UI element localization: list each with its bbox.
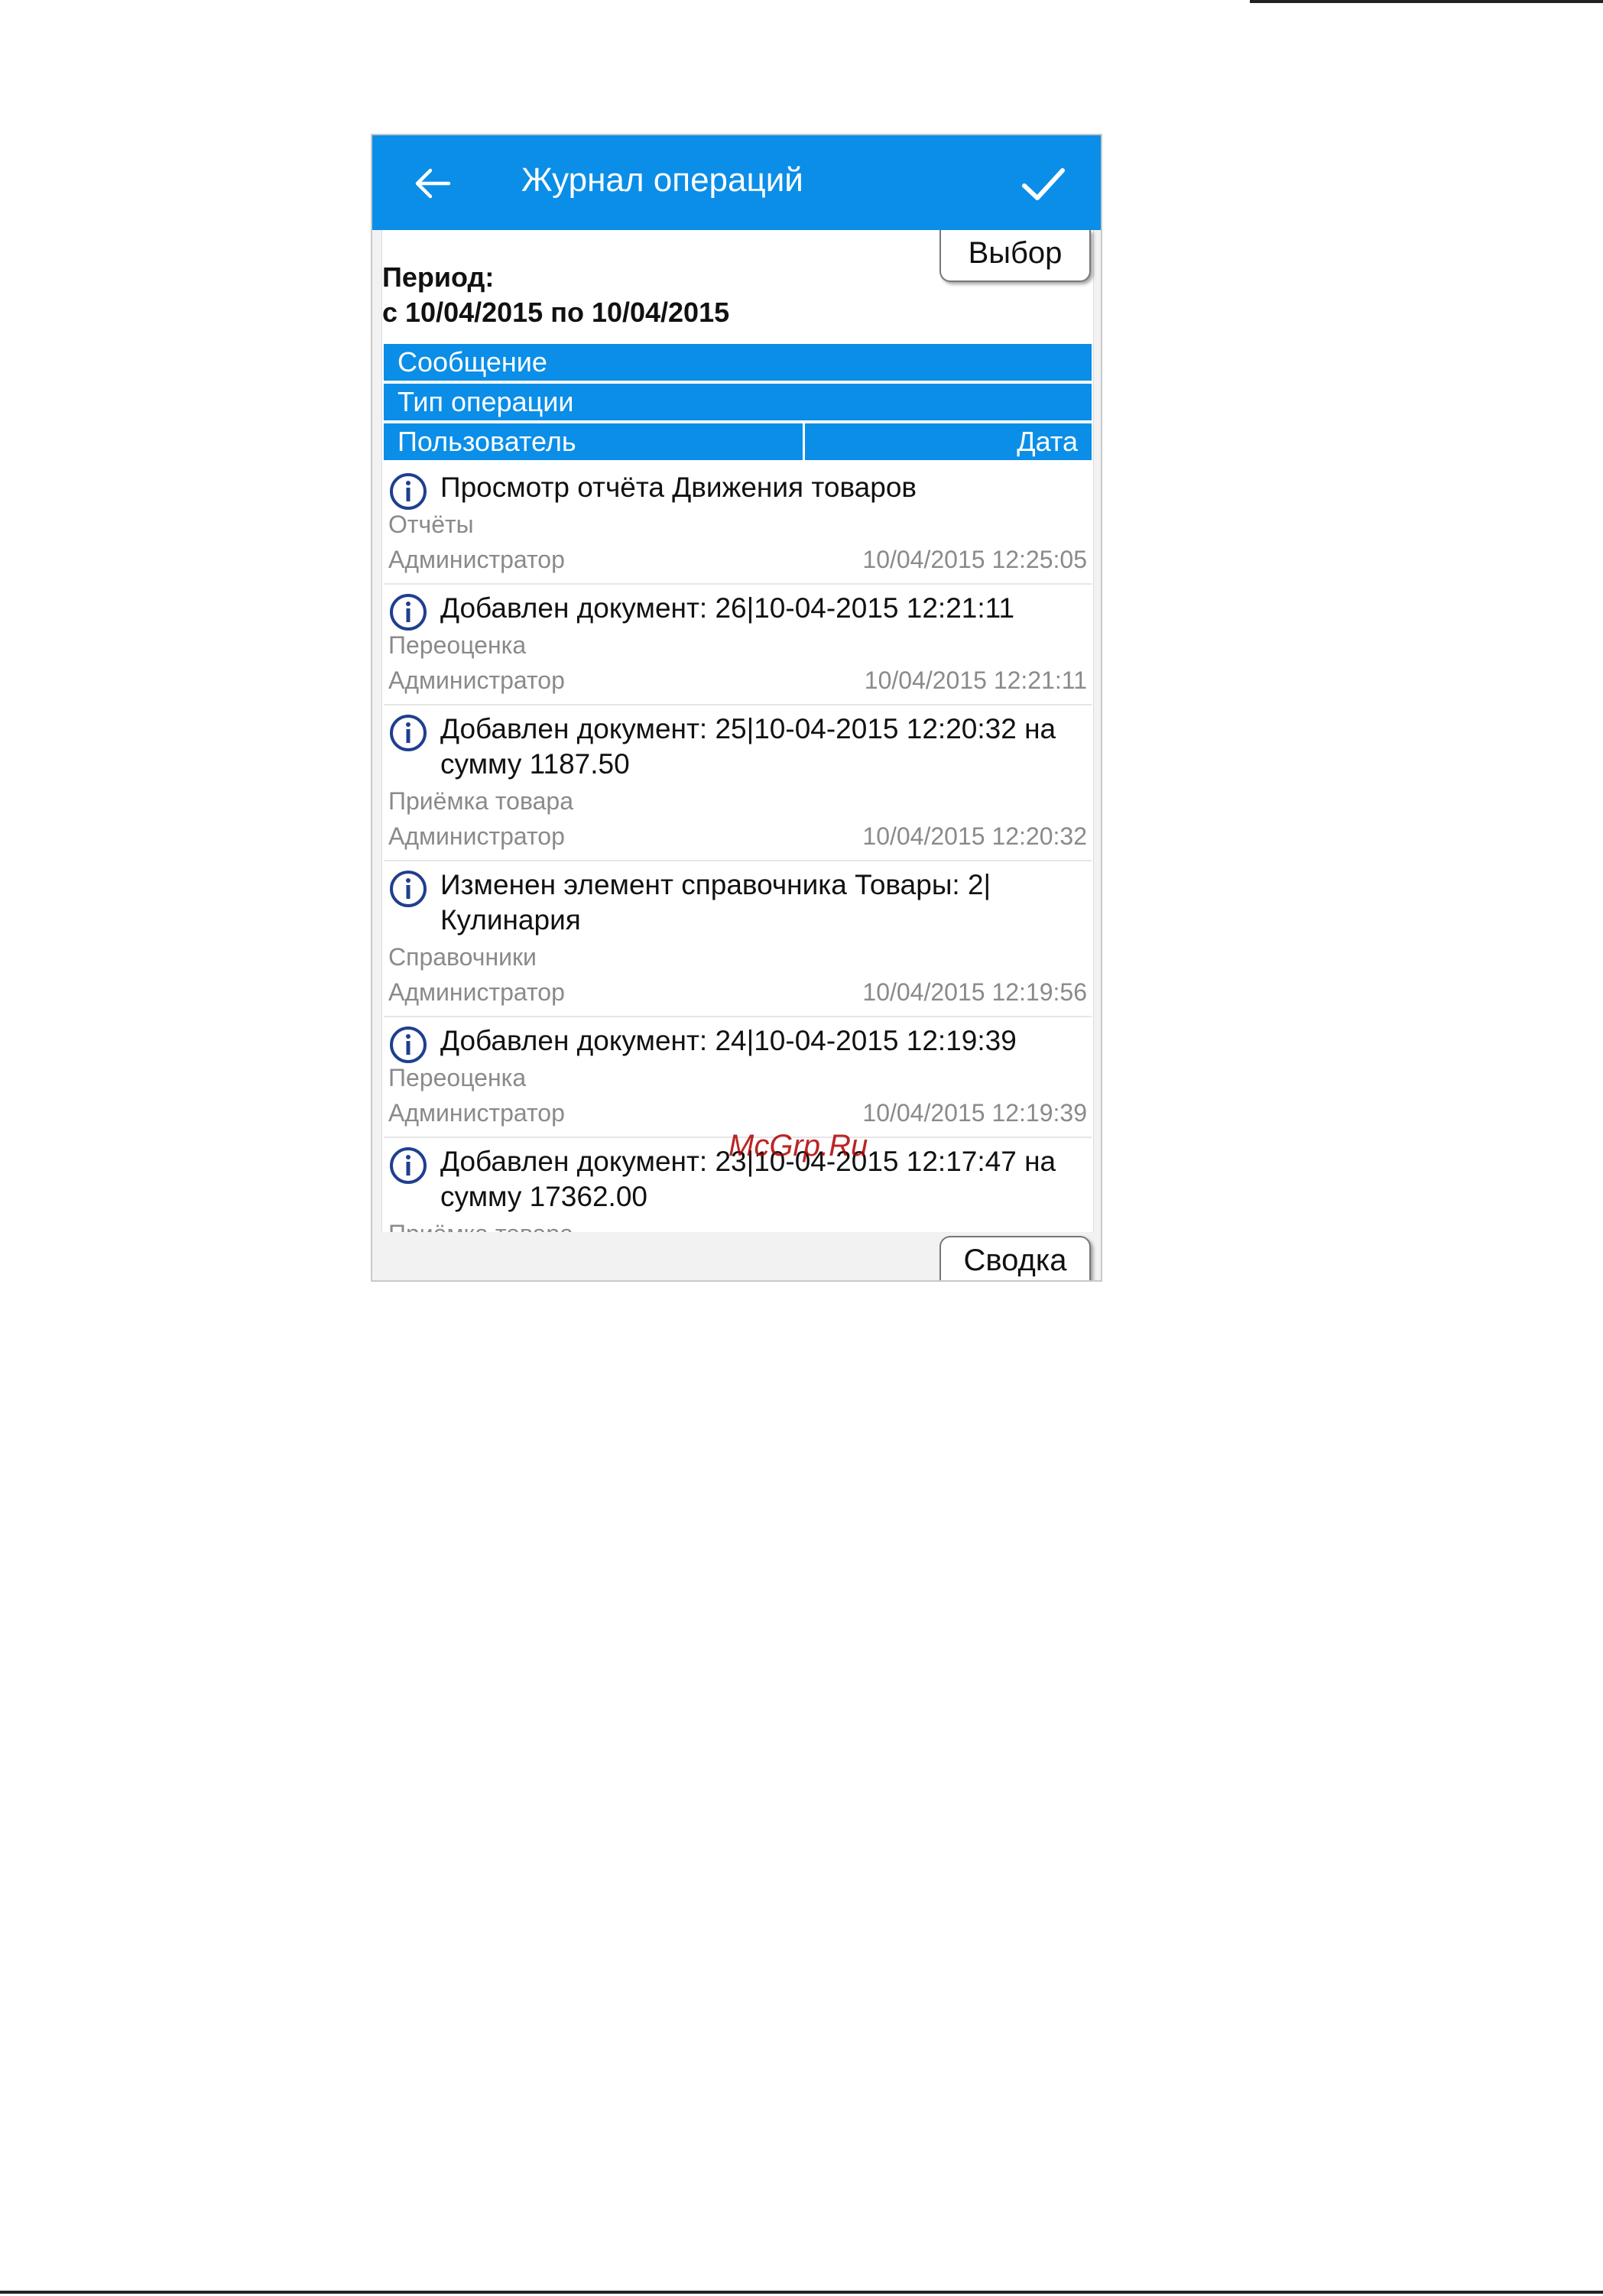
entry-date: 10/04/2015 12:19:39 — [862, 1099, 1087, 1127]
list-item[interactable]: Добавлен документ: 25|10-04-2015 12:20:3… — [384, 705, 1092, 861]
arrow-left-icon[interactable] — [409, 160, 456, 207]
column-header-user-label: Пользователь — [398, 426, 576, 457]
column-divider — [803, 423, 805, 460]
entry-date: 10/04/2015 12:19:56 — [862, 978, 1087, 1006]
entry-message: Добавлен документ: 25|10-04-2015 12:20:3… — [440, 713, 1056, 780]
period-label: Период: — [382, 261, 495, 293]
entry-user: Администратор — [388, 1099, 565, 1127]
entry-type: Справочники — [388, 943, 537, 971]
bottom-rule — [0, 2291, 1603, 2294]
entry-message: Изменен элемент справочника Товары: 2|Ку… — [440, 869, 991, 936]
info-icon — [390, 715, 427, 751]
entry-date: 10/04/2015 12:20:32 — [862, 822, 1087, 850]
info-icon — [390, 871, 427, 907]
app-bar: Журнал операций — [372, 135, 1101, 230]
list-item[interactable]: Добавлен документ: 24|10-04-2015 12:19:3… — [384, 1017, 1092, 1138]
info-icon — [390, 473, 427, 510]
top-rule — [1250, 0, 1603, 3]
column-header-op-type[interactable]: Тип операции — [384, 384, 1092, 420]
entry-date: 10/04/2015 12:21:11 — [864, 666, 1087, 694]
watermark: McGrp.Ru — [728, 1129, 868, 1163]
entry-date: 10/04/2015 12:25:05 — [862, 546, 1087, 573]
entry-message: Добавлен документ: 26|10-04-2015 12:21:1… — [440, 592, 1015, 624]
check-icon[interactable] — [1018, 160, 1067, 209]
column-header-message[interactable]: Сообщение — [384, 344, 1092, 381]
column-header-message-label: Сообщение — [398, 346, 547, 378]
info-icon — [390, 1026, 427, 1063]
entry-user: Администратор — [388, 978, 565, 1006]
entry-user: Администратор — [388, 822, 565, 850]
period-range: с 10/04/2015 по 10/04/2015 — [382, 297, 730, 328]
page-title: Журнал операций — [521, 161, 803, 199]
entry-type: Переоценка — [388, 631, 527, 659]
entry-type: Отчёты — [388, 511, 474, 538]
entry-type: Переоценка — [388, 1064, 527, 1091]
list-item[interactable]: Изменен элемент справочника Товары: 2|Ку… — [384, 861, 1092, 1017]
entry-user: Администратор — [388, 666, 565, 694]
list-item[interactable]: Просмотр отчёта Движения товаров Отчёты … — [384, 464, 1092, 585]
summary-button[interactable]: Сводка — [939, 1236, 1091, 1280]
entry-type: Приёмка товара — [388, 1216, 1087, 1232]
column-header-date-label: Дата — [1017, 426, 1078, 457]
select-button[interactable]: Выбор — [939, 230, 1091, 282]
info-icon — [390, 594, 427, 631]
entry-user: Администратор — [388, 546, 565, 573]
column-header-user-date[interactable]: Пользователь Дата — [384, 423, 1092, 460]
operations-list[interactable]: Просмотр отчёта Движения товаров Отчёты … — [384, 464, 1092, 1232]
info-icon — [390, 1147, 427, 1184]
column-header-op-type-label: Тип операции — [398, 386, 574, 417]
entry-message: Добавлен документ: 24|10-04-2015 12:19:3… — [440, 1025, 1017, 1056]
list-item[interactable]: Добавлен документ: 26|10-04-2015 12:21:1… — [384, 585, 1092, 705]
entry-type: Приёмка товара — [388, 787, 573, 815]
entry-message: Просмотр отчёта Движения товаров — [440, 472, 917, 503]
phone-screen: Журнал операций Выбор Период: с 10/04/20… — [371, 134, 1102, 1282]
